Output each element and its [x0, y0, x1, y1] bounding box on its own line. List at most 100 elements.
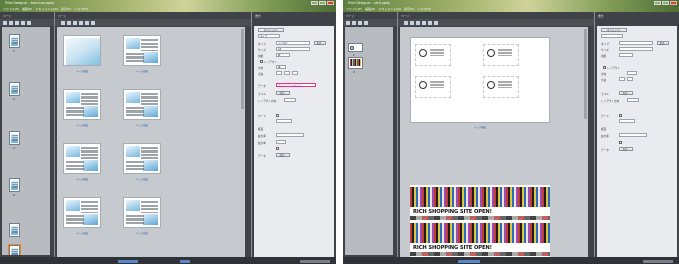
type-select[interactable] [601, 34, 623, 38]
business-card[interactable] [415, 76, 451, 98]
new-page-icon[interactable] [3, 20, 7, 25]
vertical-scrollbar[interactable] [241, 29, 244, 109]
layout-checkbox[interactable] [260, 60, 263, 63]
zoom-slider[interactable] [300, 259, 330, 263]
menu-view[interactable]: 表示(V) [61, 7, 71, 11]
data-checkbox[interactable] [619, 141, 622, 144]
page-preview[interactable] [63, 143, 101, 174]
page-thumbnail[interactable] [348, 43, 363, 52]
zoom-tool-icon[interactable] [91, 20, 95, 25]
margin-input[interactable] [284, 71, 290, 75]
type-value[interactable] [619, 41, 653, 45]
layout-direction-select[interactable] [627, 98, 639, 102]
text-tool-icon[interactable] [410, 20, 414, 25]
zoom-select[interactable] [619, 133, 647, 137]
data-colored-text[interactable]: マルチカラーテキスト [276, 83, 316, 87]
document-canvas[interactable]: ページ前面 RICH SHOPPING SITE OPEN! RICH SHOP… [400, 27, 588, 257]
delete-page-icon[interactable] [358, 20, 362, 25]
shape-tool-icon[interactable] [79, 20, 83, 25]
menu-file[interactable]: ファイル(F) [3, 7, 19, 11]
page-preview[interactable] [63, 197, 101, 228]
page-preview[interactable] [63, 89, 101, 120]
move-page-icon[interactable] [21, 20, 25, 25]
page-thumbnail[interactable] [9, 178, 20, 192]
type-value[interactable]: ふりがな [276, 41, 310, 45]
card-checkbox[interactable] [619, 114, 622, 117]
menu-document[interactable]: ドキュメント(D) [378, 7, 401, 11]
select-tool-icon[interactable] [61, 20, 65, 25]
zoom-slider[interactable] [643, 259, 673, 263]
menu-help[interactable]: ヘルプ(H) [417, 7, 431, 11]
copy-page-icon[interactable] [352, 20, 356, 25]
close-button[interactable] [670, 1, 677, 5]
type-settings-button[interactable]: 設定... [657, 41, 669, 45]
zoom-input[interactable] [276, 140, 286, 144]
menu-view[interactable]: 表示(V) [404, 7, 414, 11]
zoom-select[interactable] [276, 133, 304, 137]
data-settings-button[interactable]: 設定... [276, 153, 290, 157]
margin-input[interactable] [292, 71, 298, 75]
page-preview[interactable] [123, 35, 161, 66]
card-checkbox[interactable] [276, 114, 279, 117]
paper-select[interactable]: 縦 [276, 53, 290, 57]
new-page-icon[interactable] [346, 20, 350, 25]
paper-select[interactable] [619, 53, 633, 57]
business-card[interactable] [415, 44, 451, 66]
label-settings-button[interactable]: 設定... [619, 91, 633, 95]
type-settings-button[interactable]: 設定... [314, 41, 326, 45]
object-tab[interactable]: オブジェクト [601, 28, 627, 32]
line-tool-icon[interactable] [428, 20, 432, 25]
page-thumbnail[interactable] [9, 34, 20, 48]
page-thumbnail[interactable] [9, 131, 20, 145]
page-settings-icon[interactable] [27, 20, 31, 25]
move-page-icon[interactable] [364, 20, 368, 25]
image-tool-icon[interactable] [416, 20, 420, 25]
close-button[interactable] [327, 1, 334, 5]
menu-edit[interactable]: 編集(E) [365, 7, 375, 11]
menu-file[interactable]: ファイル(F) [346, 7, 362, 11]
vertical-scrollbar[interactable] [584, 29, 587, 119]
label-settings-button[interactable]: 設定... [276, 91, 290, 95]
document-canvas[interactable]: ページ前面 ページ背面 ページ前面 ページ背面 ページ前面 ページ背面 ページ前… [57, 27, 245, 257]
minimize-button[interactable] [311, 1, 318, 5]
page-thumbnail-selected[interactable] [8, 244, 21, 255]
data-settings-button[interactable]: 設定... [619, 147, 633, 151]
copy-page-icon[interactable] [9, 20, 13, 25]
direction-select[interactable] [627, 71, 637, 75]
page-thumbnail[interactable] [9, 82, 20, 96]
card-value[interactable] [619, 119, 635, 123]
page-preview[interactable] [123, 197, 161, 228]
maximize-button[interactable] [319, 1, 326, 5]
card-value[interactable] [276, 119, 292, 123]
page-preview[interactable] [63, 35, 101, 66]
text-tool-icon[interactable] [67, 20, 71, 25]
minimize-button[interactable] [654, 1, 661, 5]
object-tab[interactable]: オブジェクト [258, 28, 284, 32]
direction-select[interactable]: 横 [276, 65, 286, 69]
menu-help[interactable]: ヘルプ(H) [74, 7, 88, 11]
page-preview[interactable] [123, 89, 161, 120]
layout-checkbox[interactable] [603, 66, 606, 69]
menu-document[interactable]: ドキュメント(D) [35, 7, 58, 11]
margin-input[interactable] [627, 77, 633, 81]
layout-direction-select[interactable] [284, 98, 296, 102]
business-card[interactable] [483, 76, 519, 98]
margin-input[interactable] [276, 71, 282, 75]
select-tool-icon[interactable] [404, 20, 408, 25]
page-thumbnail[interactable] [9, 223, 20, 237]
size-select[interactable]: A4 [276, 47, 310, 51]
zoom-tool-icon[interactable] [434, 20, 438, 25]
menu-edit[interactable]: 編集(E) [22, 7, 32, 11]
image-tool-icon[interactable] [73, 20, 77, 25]
data-checkbox[interactable] [276, 147, 279, 150]
shape-tool-icon[interactable] [422, 20, 426, 25]
delete-page-icon[interactable] [15, 20, 19, 25]
page-thumbnail[interactable] [348, 57, 363, 69]
type-select[interactable]: タイプ [258, 34, 280, 38]
maximize-button[interactable] [662, 1, 669, 5]
page-preview[interactable] [123, 143, 161, 174]
card-sheet[interactable] [410, 37, 550, 123]
business-card[interactable] [483, 44, 519, 66]
line-tool-icon[interactable] [85, 20, 89, 25]
poster-page[interactable]: RICH SHOPPING SITE OPEN! RICH SHOPPING S… [410, 185, 550, 257]
